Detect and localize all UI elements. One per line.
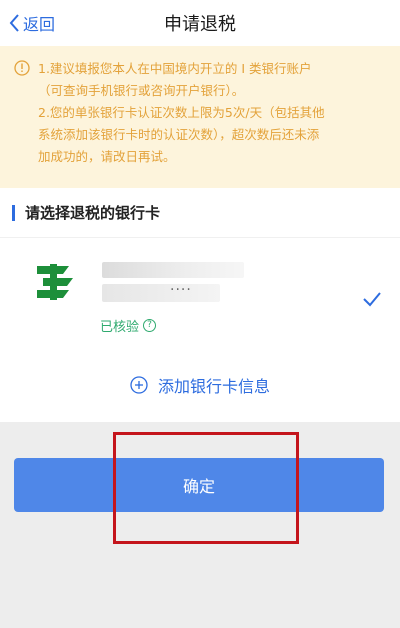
checkmark-icon [363, 292, 381, 307]
notice-line: 2.您的单张银行卡认证次数上限为5次/天（包括其他 [38, 105, 325, 120]
page-title: 申请退税 [164, 14, 236, 35]
confirm-button[interactable]: 确定 [14, 458, 384, 512]
notice-line: 1.建议填报您本人在中国境内开立的 I 类银行账户 [38, 61, 312, 76]
section-title: 请选择退税的银行卡 [25, 204, 161, 222]
section-header: 请选择退税的银行卡 [0, 188, 400, 238]
notice-line: 加成功的，请改日再试。 [38, 149, 176, 164]
section-accent-bar [12, 204, 15, 221]
verified-label: 已核验 [100, 320, 140, 335]
info-icon [14, 60, 30, 76]
back-label: 返回 [23, 15, 56, 34]
add-bank-card-label: 添加银行卡信息 [157, 377, 270, 396]
add-circle-icon [130, 376, 148, 394]
card-name-redacted [102, 262, 244, 278]
notice-line: （可查询手机银行或咨询开户银行）。 [38, 83, 245, 98]
chevron-left-icon [9, 14, 19, 32]
card-number-redacted [102, 284, 220, 302]
add-bank-card-button[interactable]: 添加银行卡信息 [0, 348, 400, 422]
notice-text: 1.建议填报您本人在中国境内开立的 I 类银行账户 （可查询手机银行或咨询开户银… [38, 58, 325, 188]
question-icon[interactable]: ? [143, 319, 157, 332]
bank-card-item[interactable]: ···· 已核验 ? [0, 238, 400, 348]
card-number-mask: ···· [170, 282, 192, 298]
verified-status: 已核验 ? [100, 316, 157, 335]
postal-bank-logo-icon [37, 264, 73, 300]
notice-banner: 1.建议填报您本人在中国境内开立的 I 类银行账户 （可查询手机银行或咨询开户银… [0, 46, 400, 188]
notice-line: 系统添加该银行卡时的认证次数），超次数后还未添 [38, 127, 320, 142]
nav-bar: 返回 申请退税 [0, 0, 400, 46]
back-button[interactable]: 返回 [8, 0, 55, 46]
